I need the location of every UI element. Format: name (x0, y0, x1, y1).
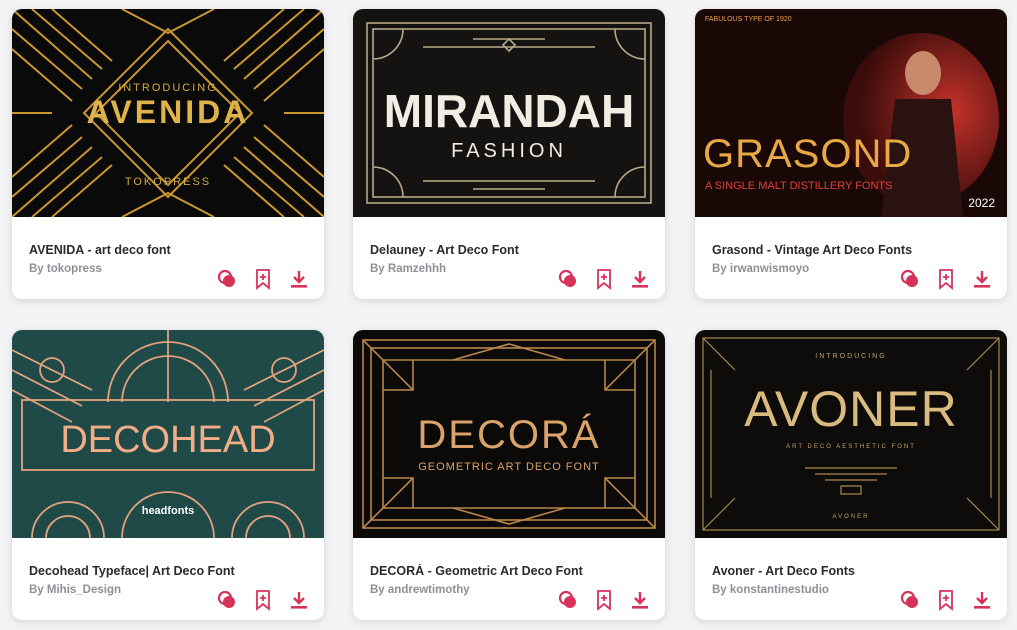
preview-main-text: GRASOND (703, 132, 912, 176)
bookmark-add-icon[interactable] (593, 589, 615, 611)
font-card: DECORÁ GEOMETRIC ART DECO FONT DECORÁ - … (353, 330, 665, 620)
download-icon[interactable] (288, 268, 310, 290)
font-preview-image[interactable]: INTRODUCING AVONER ART DECO AESTHETIC FO… (695, 330, 1007, 538)
preview-sub-text: A SINGLE MALT DISTILLERY FONTS (705, 180, 892, 192)
compare-icon[interactable] (557, 268, 579, 290)
download-icon[interactable] (971, 268, 993, 290)
font-title-link[interactable]: DECORÁ - Geometric Art Deco Font (370, 564, 650, 578)
preview-sub-text: GEOMETRIC ART DECO FONT (418, 461, 600, 473)
download-icon[interactable] (288, 589, 310, 611)
preview-sub-text: ART DECO AESTHETIC FONT (786, 444, 916, 450)
font-title-link[interactable]: AVENIDA - art deco font (29, 243, 309, 257)
font-preview-image[interactable]: INTRODUCING AVENIDA TOKOPRESS (12, 9, 324, 217)
preview-main-text: DECOHEAD (60, 419, 275, 461)
download-icon[interactable] (629, 589, 651, 611)
preview-sub-text: FASHION (451, 140, 567, 162)
preview-main-text: MIRANDAH (384, 85, 634, 137)
preview-bottom-text: AVONER (833, 514, 870, 520)
avenida-preview: INTRODUCING AVENIDA TOKOPRESS (12, 9, 324, 217)
compare-icon[interactable] (216, 268, 238, 290)
preview-main-text: AVENIDA (87, 94, 250, 130)
preview-top-text: INTRODUCING (118, 82, 218, 94)
compare-icon[interactable] (899, 268, 921, 290)
font-author: By tokopress (29, 263, 102, 275)
bookmark-add-icon[interactable] (935, 589, 957, 611)
font-preview-image[interactable]: MIRANDAH FASHION (353, 9, 665, 217)
font-title-link[interactable]: Avoner - Art Deco Fonts (712, 564, 992, 578)
download-icon[interactable] (629, 268, 651, 290)
bookmark-add-icon[interactable] (252, 268, 274, 290)
preview-main-text: DECORÁ (417, 412, 600, 457)
bookmark-add-icon[interactable] (593, 268, 615, 290)
font-author: By Ramzehhh (370, 263, 447, 275)
font-title-link[interactable]: Delauney - Art Deco Font (370, 243, 650, 257)
preview-top-text: FABULOUS TYPE OF 1920 (705, 16, 792, 23)
font-card: MIRANDAH FASHION Delauney - Art Deco Fon… (353, 9, 665, 299)
preview-main-text: AVONER (744, 381, 957, 437)
preview-year-text: 2022 (968, 196, 995, 210)
download-icon[interactable] (971, 589, 993, 611)
font-author: By konstantinestudio (712, 584, 829, 596)
font-card: INTRODUCING AVENIDA TOKOPRESS AVENIDA - … (12, 9, 324, 299)
mirandah-preview: MIRANDAH FASHION (353, 9, 665, 217)
font-card: DECOHEAD headfonts Decohead Typeface| Ar… (12, 330, 324, 620)
font-author: By irwanwismoyo (712, 263, 810, 275)
decohead-preview: DECOHEAD headfonts (12, 330, 324, 538)
font-preview-image[interactable]: DECORÁ GEOMETRIC ART DECO FONT (353, 330, 665, 538)
font-card: FABULOUS TYPE OF 1920 GRASOND A SINGLE M… (695, 9, 1007, 299)
preview-sub-text: headfonts (142, 505, 195, 517)
bookmark-add-icon[interactable] (935, 268, 957, 290)
preview-top-text: INTRODUCING (815, 353, 886, 360)
compare-icon[interactable] (899, 589, 921, 611)
font-card: INTRODUCING AVONER ART DECO AESTHETIC FO… (695, 330, 1007, 620)
decora-preview: DECORÁ GEOMETRIC ART DECO FONT (353, 330, 665, 538)
font-title-link[interactable]: Grasond - Vintage Art Deco Fonts (712, 243, 992, 257)
font-author: By Mihis_Design (29, 584, 122, 596)
compare-icon[interactable] (557, 589, 579, 611)
font-preview-image[interactable]: DECOHEAD headfonts (12, 330, 324, 538)
font-author: By andrewtimothy (370, 584, 470, 596)
font-title-link[interactable]: Decohead Typeface| Art Deco Font (29, 564, 309, 578)
font-results-grid: INTRODUCING AVENIDA TOKOPRESS AVENIDA - … (0, 0, 1017, 630)
grasond-preview: FABULOUS TYPE OF 1920 GRASOND A SINGLE M… (695, 9, 1007, 217)
avoner-preview: INTRODUCING AVONER ART DECO AESTHETIC FO… (695, 330, 1007, 538)
bookmark-add-icon[interactable] (252, 589, 274, 611)
font-preview-image[interactable]: FABULOUS TYPE OF 1920 GRASOND A SINGLE M… (695, 9, 1007, 217)
compare-icon[interactable] (216, 589, 238, 611)
preview-bottom-text: TOKOPRESS (125, 176, 211, 188)
